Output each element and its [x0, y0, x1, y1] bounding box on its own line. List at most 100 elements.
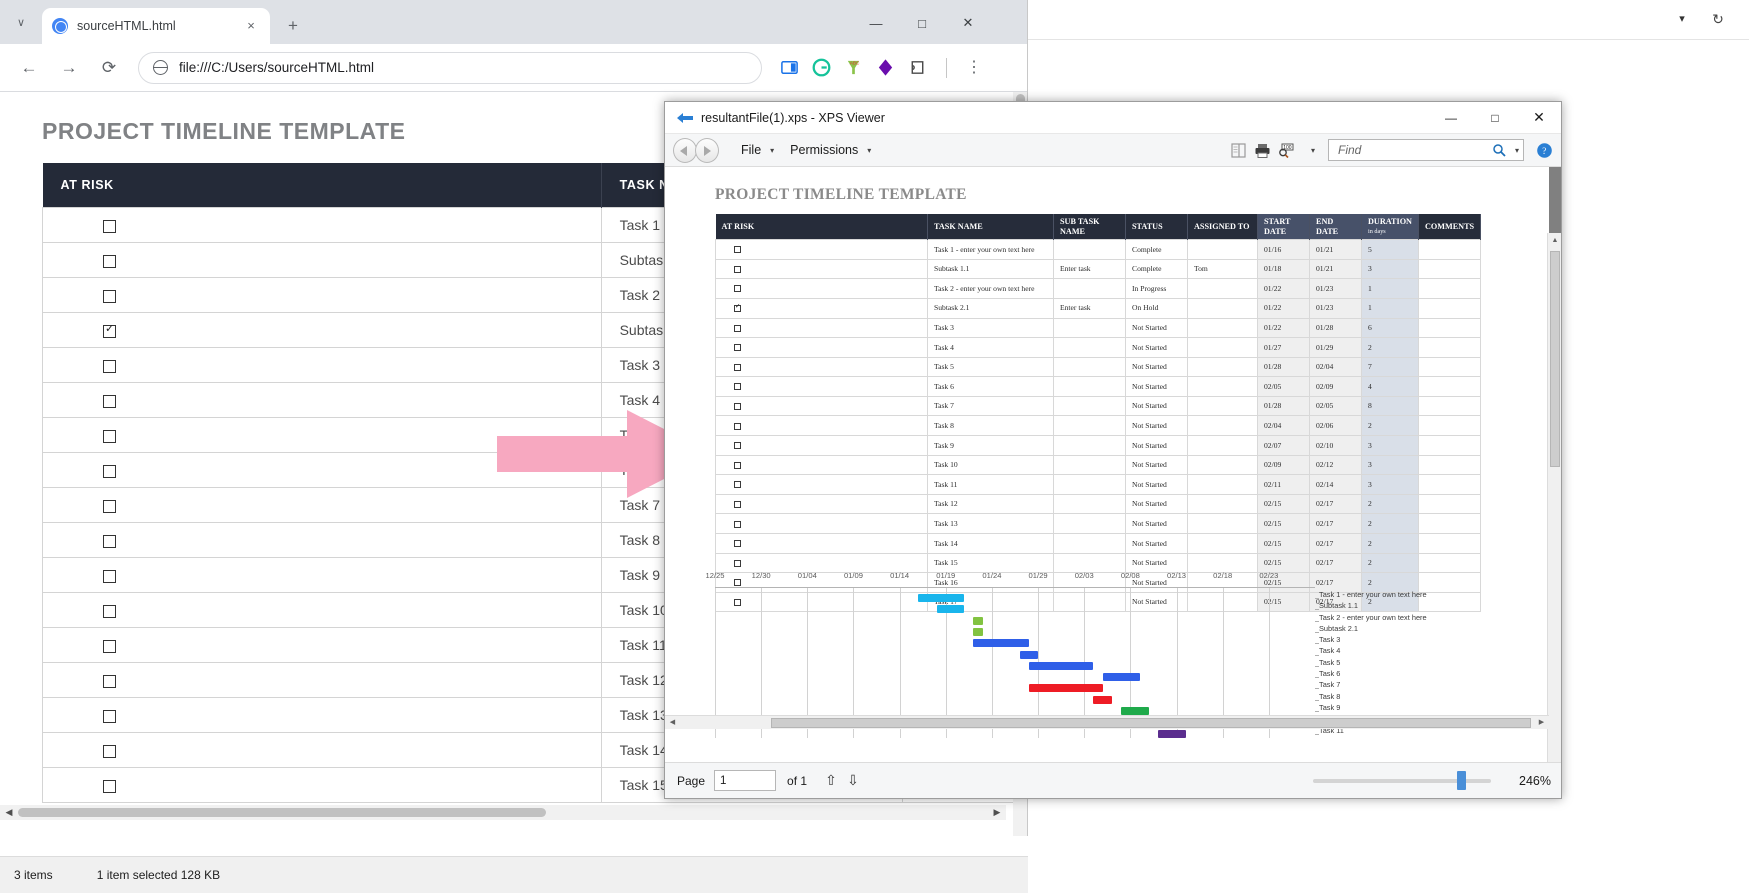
minimize-button[interactable]: —: [1429, 102, 1473, 133]
at-risk-checkbox[interactable]: [103, 779, 116, 793]
find-input[interactable]: Find ▾: [1328, 139, 1524, 161]
cell-at-risk[interactable]: [42, 347, 602, 383]
cell-at-risk[interactable]: [42, 242, 602, 278]
scroll-right-icon[interactable]: ▶: [990, 806, 1004, 819]
honey-icon[interactable]: ABC: [844, 58, 863, 77]
refresh-icon[interactable]: ↻: [1709, 10, 1727, 28]
at-risk-checkbox[interactable]: [103, 219, 116, 233]
cell-at-risk: [715, 239, 928, 260]
scroll-left-icon[interactable]: ◀: [2, 806, 16, 819]
forward-button[interactable]: →: [52, 51, 86, 85]
previous-page-icon[interactable]: ⇧: [820, 772, 842, 789]
chevron-down-icon: ▾: [770, 145, 775, 155]
at-risk-checkbox[interactable]: [103, 674, 116, 688]
chrome-menu-icon[interactable]: ⋮: [963, 59, 985, 76]
xps-table-row: Task 4 Not Started 01/27 01/29 2: [715, 337, 1482, 358]
scrollbar-thumb[interactable]: [771, 718, 1531, 728]
xps-horizontal-scrollbar[interactable]: ◀ ▶: [665, 715, 1549, 729]
cell-at-risk[interactable]: [42, 662, 602, 698]
cell-at-risk[interactable]: [42, 522, 602, 558]
zoom-100-icon[interactable]: 100: [1278, 142, 1295, 159]
chevron-down-icon[interactable]: ▾: [1515, 146, 1519, 155]
cell-at-risk[interactable]: [42, 207, 602, 243]
browser-tab[interactable]: sourceHTML.html ×: [42, 8, 270, 44]
close-button[interactable]: ✕: [1517, 102, 1561, 133]
cell-at-risk[interactable]: [42, 767, 602, 803]
scroll-left-icon[interactable]: ◀: [665, 716, 680, 730]
page-number-input[interactable]: [714, 770, 777, 791]
close-button[interactable]: ✕: [945, 8, 991, 38]
document-title: PROJECT TIMELINE TEMPLATE: [715, 186, 967, 203]
cell-at-risk[interactable]: [42, 592, 602, 628]
gantt-x-axis: 12/25 12/30 01/04 01/09 01/14 01/19 01/24 01/29…: [705, 571, 1505, 587]
tab-search-icon[interactable]: ∨: [8, 10, 34, 34]
grammarly-icon[interactable]: [812, 58, 831, 77]
permissions-menu[interactable]: Permissions ▾: [780, 143, 877, 157]
minimize-button[interactable]: —: [853, 8, 899, 38]
next-page-icon[interactable]: ⇩: [842, 772, 864, 789]
column-header-at-risk[interactable]: AT RISK: [42, 163, 602, 208]
at-risk-checkbox[interactable]: [103, 254, 116, 268]
address-bar[interactable]: file:///C:/Users/sourceHTML.html: [138, 51, 762, 84]
cell-task-name: Task 11: [927, 474, 1054, 495]
close-icon[interactable]: ×: [242, 17, 260, 35]
xps-status-bar: Page of 1 ⇧ ⇩ 246%: [665, 762, 1561, 798]
cell-assigned-to: [1187, 376, 1258, 397]
at-risk-checkbox[interactable]: [103, 534, 116, 548]
cell-start-date: 02/05: [1257, 376, 1310, 397]
cell-comments: [1417, 278, 1482, 299]
new-tab-button[interactable]: +: [280, 14, 306, 40]
scroll-up-icon[interactable]: ▲: [1548, 233, 1561, 248]
xps-vertical-scrollbar[interactable]: ▲ ▼: [1547, 233, 1561, 765]
cell-at-risk[interactable]: [42, 697, 602, 733]
diamond-icon[interactable]: [876, 58, 895, 77]
at-risk-checkbox[interactable]: [103, 744, 116, 758]
forward-button[interactable]: [695, 137, 719, 163]
zoom-slider[interactable]: [1313, 770, 1491, 790]
chevron-down-icon[interactable]: ▾: [1311, 146, 1315, 155]
at-risk-checkbox[interactable]: [103, 604, 116, 618]
cell-task-name: Task 6: [927, 376, 1054, 397]
cell-at-risk[interactable]: [42, 732, 602, 768]
zoom-slider-thumb[interactable]: [1457, 770, 1466, 790]
at-risk-checkbox[interactable]: [103, 464, 116, 478]
at-risk-checkbox[interactable]: [103, 323, 116, 338]
scrollbar-thumb[interactable]: [18, 808, 546, 817]
outline-pane-icon[interactable]: [1230, 142, 1247, 159]
cell-end-date: 02/17: [1309, 513, 1362, 535]
cell-status: Not Started: [1125, 337, 1188, 358]
at-risk-checkbox[interactable]: [103, 429, 116, 443]
at-risk-checkbox[interactable]: [103, 639, 116, 653]
cell-sub-task: [1053, 356, 1126, 378]
back-button[interactable]: [673, 137, 697, 163]
cell-start-date: 01/22: [1257, 317, 1310, 339]
maximize-button[interactable]: □: [1473, 102, 1517, 133]
puzzle-icon[interactable]: [908, 58, 927, 77]
cell-at-risk[interactable]: [42, 277, 602, 313]
cell-at-risk[interactable]: [42, 627, 602, 663]
cell-at-risk[interactable]: [42, 557, 602, 593]
search-icon[interactable]: [1492, 143, 1506, 157]
cell-duration: 4: [1361, 376, 1419, 397]
at-risk-checkbox[interactable]: [103, 359, 116, 373]
cell-sub-task: Enter task: [1053, 297, 1126, 319]
svg-text:?: ?: [1542, 146, 1546, 156]
cell-sub-task: [1053, 552, 1126, 574]
at-risk-checkbox[interactable]: [103, 289, 116, 303]
print-icon[interactable]: [1254, 142, 1271, 159]
reload-button[interactable]: ⟳: [92, 51, 126, 85]
at-risk-checkbox[interactable]: [103, 709, 116, 723]
back-button[interactable]: ←: [12, 51, 46, 85]
scrollbar-thumb[interactable]: [1550, 251, 1560, 467]
cell-at-risk[interactable]: [42, 312, 602, 348]
at-risk-checkbox[interactable]: [103, 499, 116, 513]
chevron-down-icon[interactable]: ▾: [1675, 12, 1689, 26]
help-icon[interactable]: ?: [1536, 142, 1553, 159]
scroll-right-icon[interactable]: ▶: [1534, 716, 1549, 730]
at-risk-checkbox[interactable]: [103, 569, 116, 583]
file-menu[interactable]: File ▾: [731, 143, 780, 157]
at-risk-checkbox[interactable]: [103, 394, 116, 408]
page-horizontal-scrollbar[interactable]: ◀ ▶: [0, 805, 1006, 820]
reading-list-icon[interactable]: [780, 58, 799, 77]
maximize-button[interactable]: □: [899, 8, 945, 38]
